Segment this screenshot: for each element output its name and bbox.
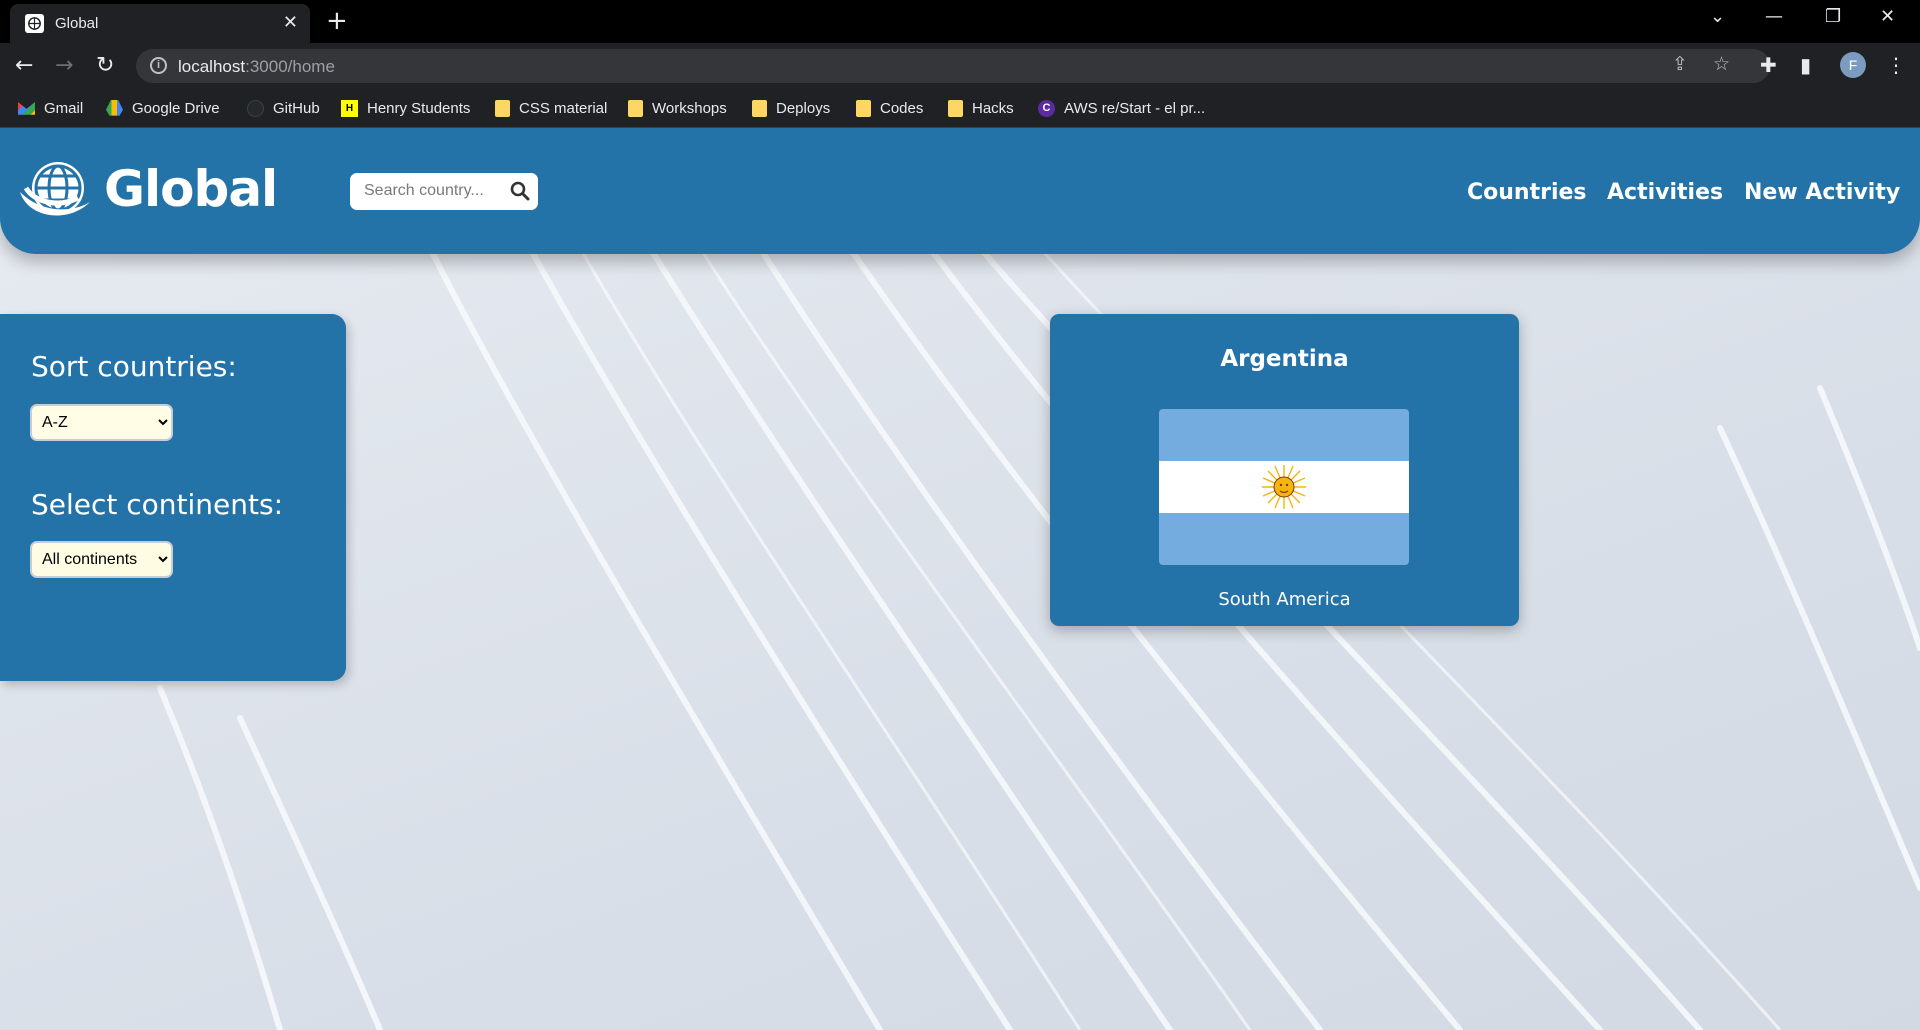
filters-sidebar: Sort countries: A-Z Select continents: A… [0,314,346,681]
bookmark-label: CSS material [519,99,608,117]
side-panel-icon[interactable]: ▮ [1800,53,1811,77]
sort-select[interactable]: A-Z [30,404,173,441]
google-drive-icon [106,99,123,116]
flag-band-bottom [1159,513,1409,565]
bookmarks-bar: Gmail Google Drive GitHub H Henry Student… [0,88,1920,128]
bookmark-label: Henry Students [367,99,471,117]
extensions-puzzle-icon[interactable]: ✚ [1760,53,1777,77]
url-host: localhost [178,57,246,76]
window-close-icon[interactable]: ✕ [1880,6,1895,27]
browser-tab-strip: Global ✕ + ⌄ — ❐ ✕ [0,0,1920,43]
app-header: Global Countries Activities New Activity [0,128,1920,254]
search-input[interactable] [364,179,499,203]
continent-select[interactable]: All continents [30,541,173,578]
folder-icon [948,99,963,117]
share-icon[interactable]: ⇪ [1672,53,1688,75]
minimize-icon[interactable]: — [1765,6,1783,27]
address-bar[interactable]: i localhost:3000/home [136,49,1770,83]
folder-icon [856,99,871,117]
gmail-icon [18,102,35,115]
search-box [350,173,538,210]
bookmark-codes[interactable]: Codes [856,98,923,118]
globe-favicon-icon [25,14,44,33]
page-viewport: Global Countries Activities New Activity… [0,128,1920,1030]
back-arrow-icon[interactable]: ← [15,53,33,78]
bookmark-deploys[interactable]: Deploys [752,98,830,118]
bookmark-label: AWS re/Start - el pr... [1064,99,1206,117]
logo-text[interactable]: Global [104,160,278,218]
bookmark-github[interactable]: GitHub [247,98,320,118]
search-icon[interactable] [510,181,530,201]
aws-icon: C [1038,99,1055,117]
url-text: localhost:3000/home [178,57,335,77]
profile-avatar[interactable]: F [1840,52,1866,78]
bookmark-label: Deploys [776,99,831,117]
url-path: :3000/home [245,57,335,76]
nav-activities[interactable]: Activities [1607,180,1723,205]
tab-title: Global [55,15,99,32]
folder-icon [752,99,767,117]
bookmark-label: Workshops [652,99,727,117]
country-name: Argentina [1220,346,1349,372]
github-icon [247,99,264,117]
henry-icon: H [341,99,358,117]
nav-countries[interactable]: Countries [1467,180,1587,205]
forward-arrow-icon[interactable]: → [55,53,73,78]
folder-icon [495,99,510,117]
continent-label: Select continents: [31,488,284,521]
bookmark-hacks[interactable]: Hacks [948,98,1014,118]
bookmark-css-material[interactable]: CSS material [495,98,607,118]
bookmark-henry-students[interactable]: H Henry Students [341,98,470,118]
bookmark-label: Gmail [44,99,84,117]
new-tab-button[interactable]: + [326,6,348,36]
menu-kebab-icon[interactable]: ⋮ [1886,53,1906,77]
bookmark-label: Google Drive [132,99,220,117]
browser-tab[interactable]: Global ✕ [10,4,310,43]
bookmark-google-drive[interactable]: Google Drive [106,98,220,118]
flag-band-top [1159,409,1409,461]
bookmark-label: Hacks [972,99,1014,117]
site-info-icon[interactable]: i [150,57,167,74]
sort-label: Sort countries: [31,350,237,383]
globe-logo-icon[interactable] [18,158,92,222]
nav-new-activity[interactable]: New Activity [1744,180,1900,205]
bookmark-gmail[interactable]: Gmail [18,98,83,118]
reload-icon[interactable]: ↻ [96,53,114,78]
tab-search-icon[interactable]: ⌄ [1710,6,1725,27]
browser-toolbar: ← → ↻ i localhost:3000/home ⇪ ☆ [0,43,1920,88]
restore-icon[interactable]: ❐ [1825,6,1841,27]
bookmark-label: Codes [880,99,924,117]
sun-of-may-icon [1262,465,1306,509]
country-continent: South America [1218,589,1351,610]
bookmark-label: GitHub [273,99,320,117]
folder-icon [628,99,643,117]
country-flag [1159,409,1409,565]
bookmark-star-icon[interactable]: ☆ [1713,53,1730,75]
bookmark-aws-restart[interactable]: C AWS re/Start - el pr... [1038,98,1205,118]
country-card[interactable]: Argentina South America [1050,314,1519,626]
tab-close-icon[interactable]: ✕ [283,12,298,33]
bookmark-workshops[interactable]: Workshops [628,98,727,118]
